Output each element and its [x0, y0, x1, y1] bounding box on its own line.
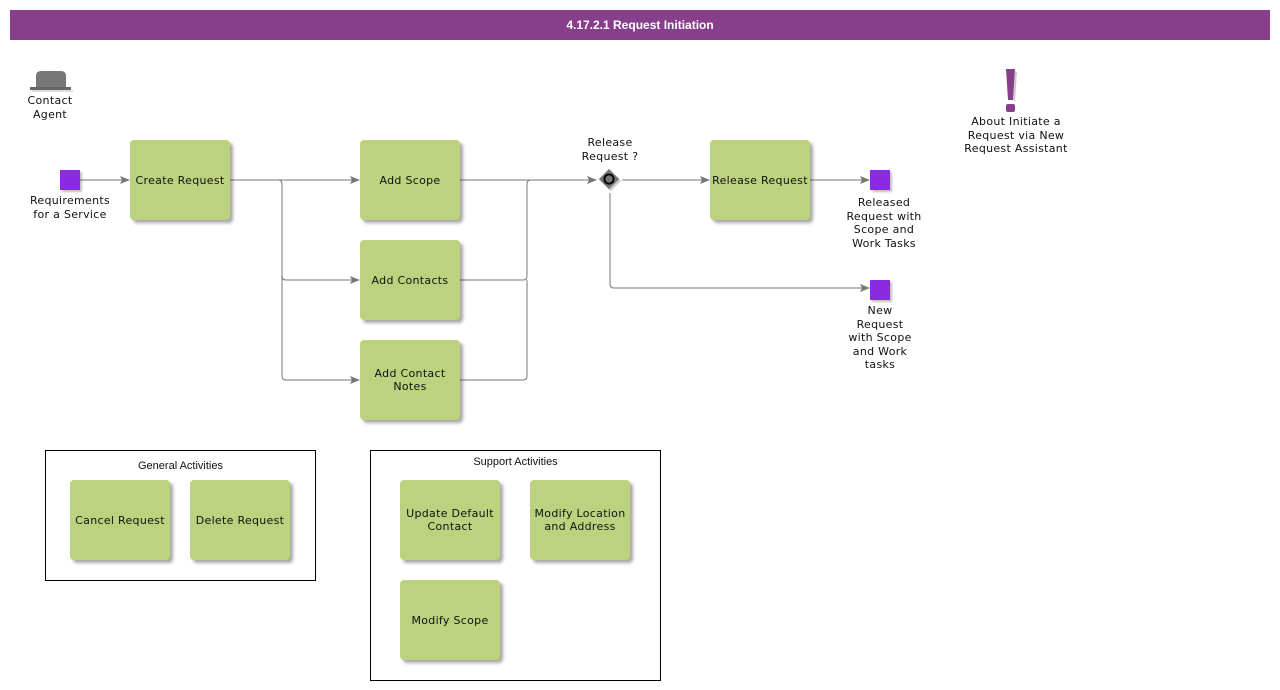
gateway-label: Release Request ?: [582, 136, 639, 163]
group-title: General Activities: [138, 460, 223, 472]
flow-notes-merge: [460, 280, 528, 381]
task-update-default-contact[interactable]: Update Default Contact: [400, 480, 500, 560]
note-label: About Initiate a Request via New Request…: [964, 115, 1067, 156]
input-data-line: for a Service: [33, 207, 107, 221]
task-label: Cancel Request: [75, 513, 165, 527]
output-new-data-object[interactable]: [870, 280, 890, 300]
task-add-scope[interactable]: Add Scope: [360, 140, 460, 220]
task-label: Update Default: [406, 507, 494, 520]
note-line: Request Assistant: [964, 142, 1068, 155]
group-title: Support Activities: [473, 456, 558, 468]
output-line: New: [867, 304, 893, 317]
task-cancel-request[interactable]: Cancel Request: [70, 480, 170, 560]
exclamation-icon[interactable]: [1000, 66, 1022, 116]
task-label: Create Request: [135, 173, 225, 187]
gateway-label-line: Request ?: [581, 149, 639, 163]
output-released-data-object[interactable]: [870, 170, 890, 190]
task-delete-request[interactable]: Delete Request: [190, 480, 290, 560]
task-label: and Address: [544, 520, 616, 533]
task-create-request[interactable]: Create Request: [130, 140, 230, 220]
input-data-label: Requirements for a Service: [30, 194, 110, 221]
task-label: Notes: [393, 380, 427, 393]
task-label: Delete Request: [195, 513, 285, 527]
task-label: Contact: [427, 520, 473, 533]
hat-icon: [30, 71, 73, 92]
task-add-contacts[interactable]: Add Contacts: [360, 240, 460, 320]
role-label: Contact Agent: [28, 94, 73, 121]
task-label: Release Request: [712, 173, 808, 187]
task-modify-location[interactable]: Modify Location and Address: [530, 480, 630, 560]
role-label-line: Agent: [32, 107, 68, 121]
note-line: About Initiate a: [971, 115, 1061, 128]
note-line: Request via New: [967, 128, 1065, 142]
output-line: Request: [856, 317, 904, 331]
flow-create-to-contacts: [277, 179, 360, 284]
flow-create-to-notes: [281, 276, 360, 384]
output-line: tasks: [864, 358, 896, 371]
task-add-contact-notes[interactable]: Add Contact Notes: [360, 340, 460, 420]
flow-contacts-merge: [460, 179, 532, 281]
input-data-object[interactable]: [60, 170, 80, 190]
output-line: with Scope: [848, 331, 912, 344]
output-line: Work Tasks: [852, 236, 916, 250]
task-label: Add Contact: [374, 367, 446, 380]
task-release-request[interactable]: Release Request: [710, 140, 810, 220]
output-line: Request with: [846, 209, 922, 223]
role-label-line: Contact: [27, 94, 73, 107]
task-label: Add Contacts: [371, 273, 449, 287]
task-label: Add Scope: [379, 173, 441, 187]
output-line: and Work: [852, 344, 908, 358]
gateway-label-line: Release: [587, 136, 633, 149]
output-new-label: New Request with Scope and Work tasks: [848, 304, 911, 372]
inclusive-gateway-icon[interactable]: [597, 168, 621, 192]
output-line: Scope and: [853, 223, 915, 236]
task-modify-scope[interactable]: Modify Scope: [400, 580, 500, 660]
output-line: Released: [857, 196, 911, 209]
task-label: Modify Scope: [411, 613, 489, 627]
input-data-line: Requirements: [29, 194, 111, 207]
output-released-label: Released Request with Scope and Work Tas…: [846, 196, 921, 250]
task-label: Modify Location: [534, 507, 626, 520]
